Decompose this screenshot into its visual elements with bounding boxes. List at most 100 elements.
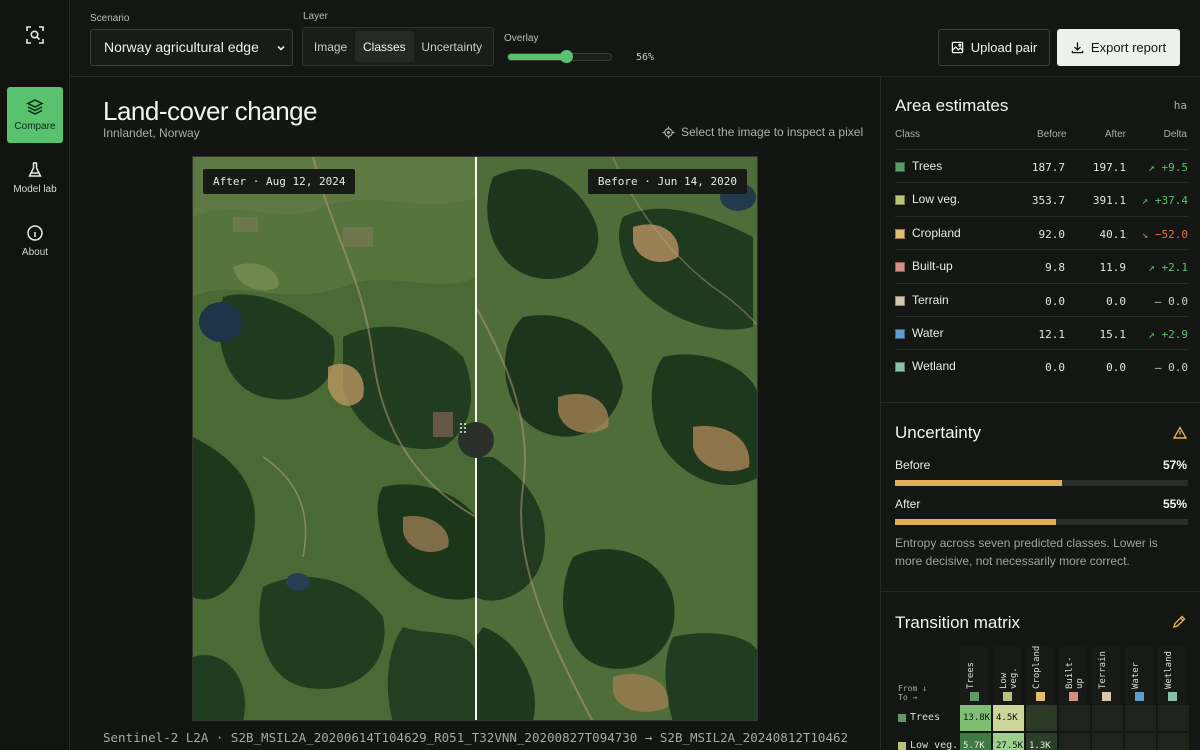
area-unit: ha (1173, 99, 1187, 112)
before-value: 0.0 (1045, 361, 1065, 375)
matrix-cell[interactable]: 1.3K (1026, 733, 1057, 750)
matrix-cell[interactable]: 27.5K (993, 733, 1024, 750)
info-icon (27, 225, 43, 241)
warning-icon (1173, 426, 1187, 439)
class-swatch (895, 195, 905, 206)
scan-logo-icon[interactable] (22, 22, 48, 48)
layers-icon (26, 99, 44, 115)
matrix-row-header: Trees (898, 712, 940, 723)
layer-classes-button[interactable]: Classes (355, 31, 414, 62)
upload-pair-button[interactable]: Upload pair (938, 29, 1050, 66)
before-value: 187.7 (1031, 161, 1065, 174)
matrix-column-header: Cropland (1026, 645, 1054, 707)
class-swatch (898, 741, 906, 750)
class-swatch (1102, 692, 1111, 701)
class-name: Built-up (912, 259, 953, 274)
matrix-cell[interactable]: 13.8K (960, 705, 991, 731)
matrix-cell[interactable] (1026, 705, 1057, 731)
area-row: Built-up 9.8 11.9 ↗ +2.1 (895, 249, 1188, 282)
col-after: After (1104, 129, 1126, 140)
matrix-cell[interactable] (1092, 733, 1123, 750)
transition-matrix-title: Transition matrix (895, 613, 1021, 632)
before-value: 353.7 (1031, 194, 1065, 208)
before-value: 0.0 (1045, 294, 1065, 308)
class-name: Water (912, 326, 944, 340)
upload-pair-label: Upload pair (970, 40, 1038, 55)
nav-model-lab-label: Model lab (13, 184, 57, 195)
matrix-cell[interactable]: 5.7K (960, 733, 991, 750)
crosshair-icon (662, 125, 675, 139)
matrix-cell[interactable] (1059, 733, 1090, 750)
matrix-cell[interactable] (1092, 705, 1123, 731)
after-value: 0.0 (1106, 294, 1126, 308)
class-swatch (1069, 692, 1078, 701)
chevron-down-icon (277, 45, 285, 51)
pencil-ruler-icon[interactable] (1172, 615, 1186, 629)
col-class: Class (895, 129, 921, 140)
area-row: Cropland 92.0 40.1 ↘ −52.0 (895, 215, 1188, 249)
uncertainty-after-bar (895, 519, 1188, 525)
scenario-value: Norway agricultural edge (104, 39, 259, 55)
class-name: Trees (912, 159, 943, 173)
class-swatch (895, 262, 905, 273)
drag-handle-icon (460, 423, 466, 433)
matrix-column-label: Low veg. (999, 667, 1019, 689)
flask-icon (28, 162, 42, 177)
delta-value: ↗ +2.1 (1148, 261, 1188, 275)
uncertainty-after-label: After (895, 497, 921, 511)
matrix-cell[interactable] (1158, 733, 1189, 750)
col-delta: Delta (1163, 129, 1187, 140)
export-report-button[interactable]: Export report (1057, 29, 1180, 66)
uncertainty-before-fill (895, 480, 1062, 486)
overlay-slider-knob[interactable] (559, 50, 573, 63)
class-swatch (895, 362, 905, 373)
overlay-value: 56% (636, 52, 655, 63)
delta-value: ↗ +37.4 (1141, 194, 1188, 208)
delta-value: — 0.0 (1154, 294, 1188, 308)
matrix-cell[interactable] (1059, 705, 1090, 731)
matrix-column-label: Trees (966, 661, 976, 689)
matrix-column-label: Water (1131, 661, 1141, 689)
matrix-column-header: Trees (960, 647, 988, 707)
class-name: Cropland (912, 225, 961, 240)
nav-compare[interactable]: Compare (7, 87, 63, 143)
class-swatch (1168, 692, 1177, 701)
matrix-row-header: Low veg. (898, 740, 958, 750)
area-estimates-title: Area estimates (895, 96, 1009, 115)
page-title: Land-cover change (103, 96, 318, 126)
overlay-slider[interactable] (507, 50, 612, 63)
class-name: Wetland (912, 359, 956, 374)
inspect-hint: Select the image to inspect a pixel (662, 125, 863, 139)
matrix-to-label: To → (898, 693, 918, 702)
uncertainty-after-fill (895, 519, 1057, 525)
layer-image-button[interactable]: Image (306, 31, 355, 62)
area-row: Terrain 0.0 0.0 — 0.0 (895, 282, 1188, 316)
uncertainty-after-value: 55% (1162, 497, 1187, 511)
after-value: 0.0 (1106, 361, 1126, 375)
before-value: 9.8 (1045, 261, 1065, 275)
delta-value: ↗ +9.5 (1148, 161, 1188, 174)
class-swatch (1036, 692, 1045, 701)
matrix-row-label: Trees (910, 712, 941, 723)
area-row: Trees 187.7 197.1 ↗ +9.5 (895, 149, 1188, 182)
class-swatch (1003, 692, 1012, 701)
matrix-column-label: Terrain (1098, 651, 1108, 689)
nav-about-label: About (21, 247, 49, 258)
matrix-cell[interactable] (1125, 733, 1156, 750)
area-row: Low veg. 353.7 391.1 ↗ +37.4 (895, 182, 1188, 215)
uncertainty-before-bar (895, 480, 1188, 486)
scenario-label: Scenario (90, 13, 130, 24)
nav-model-lab[interactable]: Model lab (7, 150, 63, 206)
scenario-select[interactable]: Norway agricultural edge (90, 29, 293, 66)
compare-handle[interactable] (458, 422, 494, 458)
layer-uncertainty-button[interactable]: Uncertainty (414, 31, 490, 62)
matrix-cell[interactable]: 4.5K (993, 705, 1024, 731)
image-compare-viewer[interactable]: After · Aug 12, 2024 Before · Jun 14, 20… (192, 156, 758, 721)
class-swatch (895, 329, 905, 339)
class-swatch (895, 228, 905, 239)
matrix-cell[interactable] (1125, 705, 1156, 731)
matrix-column-label: Cropland (1032, 645, 1042, 689)
nav-about[interactable]: About (7, 213, 63, 269)
before-date-tag: Before · Jun 14, 2020 (587, 169, 747, 194)
matrix-cell[interactable] (1158, 705, 1189, 731)
